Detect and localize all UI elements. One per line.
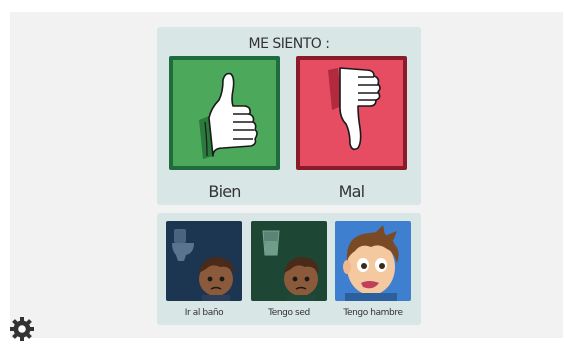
bad-card[interactable] bbox=[296, 56, 407, 170]
need-bathroom-label: Ir al baño bbox=[184, 308, 224, 318]
need-bathroom-button[interactable] bbox=[166, 221, 242, 301]
water-glass-boy-icon bbox=[262, 230, 319, 301]
thumbs-up-icon bbox=[199, 72, 258, 159]
feelings-panel: ME SIENTO : Bien Mal bbox=[157, 27, 421, 205]
thumbs-down-icon bbox=[328, 67, 381, 151]
needs-panel: Ir al baño Tengo sed Tengo hambre bbox=[157, 213, 421, 325]
panel-title: ME SIENTO : bbox=[248, 36, 330, 52]
need-food-label: Tengo hambre bbox=[343, 308, 403, 318]
need-food-button[interactable] bbox=[335, 221, 411, 301]
gear-icon bbox=[10, 317, 34, 341]
hungry-boy-icon bbox=[343, 225, 399, 301]
toilet-boy-icon bbox=[172, 229, 234, 301]
bad-label: Mal bbox=[338, 182, 365, 201]
need-water-button[interactable] bbox=[251, 221, 327, 301]
need-water-label: Tengo sed bbox=[268, 308, 310, 318]
good-card[interactable] bbox=[169, 56, 280, 170]
settings-button[interactable] bbox=[9, 316, 35, 342]
good-label: Bien bbox=[208, 182, 241, 201]
